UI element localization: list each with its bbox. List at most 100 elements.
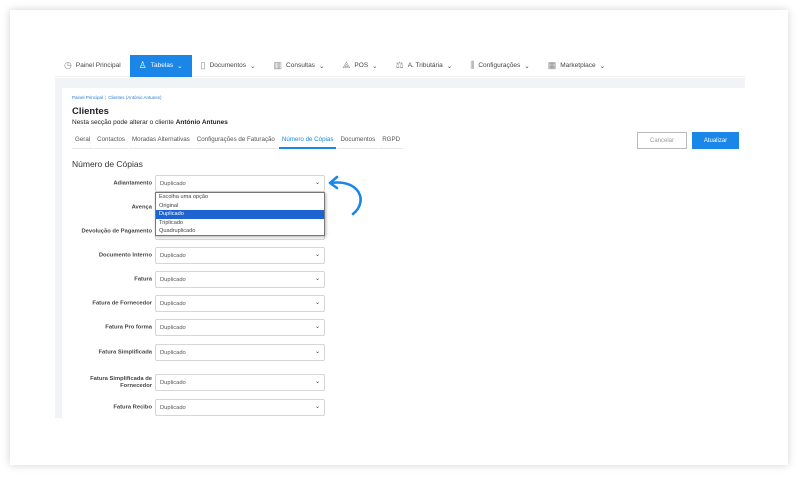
document-icon: ▯ (200, 60, 206, 70)
chevron-down-icon: ⌄ (314, 252, 320, 258)
client-name: António Antunes (175, 119, 228, 126)
select-value: Duplicado (160, 325, 186, 331)
tab-contactos[interactable]: Contactos (94, 134, 128, 149)
copies-select[interactable]: Duplicado ⌄ (155, 399, 325, 416)
nav-label: A. Tributária (407, 62, 443, 69)
nav-item-configura-es[interactable]: ⫼ Configurações ⌄ (461, 55, 539, 77)
chevron-down-icon: ⌄ (314, 404, 320, 410)
users-icon: ♙ (138, 60, 147, 70)
select-value: Duplicado (160, 350, 186, 356)
copies-select[interactable]: Duplicado ⌄ (155, 271, 325, 288)
field-label: Fatura Recibo (113, 404, 152, 410)
form-row: Documento Interno Duplicado ⌄ (62, 247, 332, 264)
dropdown-option[interactable]: Original (156, 202, 324, 211)
section-title: Número de Cópias (72, 159, 143, 169)
chevron-down-icon: ⌄ (314, 324, 320, 330)
cancel-button[interactable]: Cancelar (637, 132, 687, 149)
copies-select[interactable]: Duplicado ⌄ (155, 295, 325, 312)
form-row: Fatura Simplificada Duplicado ⌄ (62, 344, 332, 361)
nav-label: Painel Principal (75, 62, 121, 69)
breadcrumb-home[interactable]: Painel Principal (72, 95, 103, 100)
chart-icon: ▥ (273, 60, 283, 70)
field-label: Documento Interno (98, 252, 152, 258)
subtitle-text: Nesta secção pode alterar o cliente (72, 119, 176, 126)
chevron-down-icon: ⌄ (446, 62, 453, 70)
select-value: Duplicado (160, 380, 186, 386)
nav-label: Tabelas (150, 62, 174, 69)
chevron-down-icon: ⌄ (314, 180, 320, 186)
chevron-down-icon: ⌄ (314, 379, 320, 385)
tab-configura-es-de-fatura-o[interactable]: Configurações de Faturação (193, 134, 278, 149)
tab-rgpd[interactable]: RGPD (379, 134, 404, 149)
nav-item-painel-principal[interactable]: ◷ Painel Principal (55, 55, 130, 77)
form-row: Fatura Simplificada de Fornecedor Duplica… (62, 374, 332, 391)
copies-select[interactable]: Duplicado ⌄ (155, 344, 325, 361)
field-label: Fatura Simplificada (98, 349, 152, 355)
copies-select[interactable]: Duplicado ⌄ (155, 175, 325, 192)
curved-arrow-annotation (328, 175, 362, 216)
tab-geral[interactable]: Geral (72, 134, 94, 149)
nav-label: Configurações (478, 62, 521, 69)
apps-icon: ▦ (547, 60, 557, 70)
pos-icon: ⟁ (342, 60, 351, 70)
select-value: Duplicado (160, 277, 186, 283)
nav-label: Documentos (209, 62, 247, 69)
select-value: Duplicado (160, 181, 186, 187)
breadcrumb-current[interactable]: Clientes (António Antunes) (108, 95, 161, 100)
field-label: Avença (131, 204, 152, 210)
nav-label: Marketplace (560, 62, 596, 69)
chevron-down-icon: ⌄ (177, 62, 183, 70)
select-value: Duplicado (160, 253, 186, 259)
form-row: Fatura Pro forma Duplicado ⌄ (62, 319, 332, 336)
nav-item-tabelas[interactable]: ♙ Tabelas ⌄ (129, 54, 192, 77)
field-label: Adiantamento (113, 180, 152, 186)
copies-select[interactable]: Duplicado ⌄ (155, 374, 325, 391)
update-button[interactable]: Atualizar (692, 132, 739, 149)
nav-item-consultas[interactable]: ▥ Consultas ⌄ (265, 55, 334, 77)
nav-item-marketplace[interactable]: ▦ Marketplace ⌄ (539, 55, 614, 77)
chevron-down-icon: ⌄ (599, 62, 606, 70)
dropdown-option[interactable]: Quadruplicado (156, 227, 324, 236)
chevron-down-icon: ⌄ (318, 62, 325, 70)
tab-bar: Geral Contactos Moradas Alternativas Config… (72, 134, 404, 149)
tax-icon: ⚖ (395, 60, 404, 70)
chevron-down-icon: ⌄ (372, 62, 378, 70)
page-subtitle: Nesta secção pode alterar o cliente Antó… (72, 119, 228, 126)
nav-label: POS (354, 62, 369, 69)
chevron-down-icon: ⌄ (524, 62, 530, 70)
chevron-down-icon: ⌄ (314, 276, 320, 282)
page-title: Clientes (72, 106, 109, 117)
form-row: Fatura de Fornecedor Duplicado ⌄ (62, 295, 332, 312)
form-row: Adiantamento Duplicado ⌄ (62, 175, 332, 192)
copies-dropdown-list[interactable]: Escolha uma opção Original Duplicado Tripli… (155, 192, 325, 236)
clock-icon: ◷ (64, 60, 72, 70)
select-value: Duplicado (160, 301, 186, 307)
dropdown-option[interactable]: Triplicado (156, 219, 324, 228)
field-label: Fatura Simplificada de Fornecedor (90, 375, 152, 389)
dropdown-option[interactable]: Duplicado (156, 210, 324, 219)
copies-select[interactable]: Duplicado ⌄ (155, 247, 325, 264)
chevron-down-icon: ⌄ (314, 300, 320, 306)
nav-item-pos[interactable]: ⟁ POS ⌄ (333, 55, 386, 77)
sliders-icon: ⫼ (470, 60, 475, 70)
dropdown-option[interactable]: Escolha uma opção (156, 193, 324, 202)
field-label: Fatura (134, 276, 152, 282)
copies-select[interactable]: Duplicado ⌄ (155, 319, 325, 336)
form-row: Fatura Recibo Duplicado ⌄ (62, 399, 332, 416)
form-row: Fatura Duplicado ⌄ (62, 271, 332, 288)
breadcrumb: Painel Principal | Clientes (António Antun… (72, 95, 162, 100)
tab-n-mero-de-c-pias[interactable]: Número de Cópias (278, 134, 337, 149)
field-label: Fatura Pro forma (105, 324, 152, 330)
chevron-down-icon: ⌄ (314, 349, 320, 355)
select-value: Duplicado (160, 405, 186, 411)
nav-label: Consultas (286, 62, 315, 69)
nav-item-documentos[interactable]: ▯ Documentos ⌄ (192, 55, 265, 77)
tab-documentos[interactable]: Documentos (337, 134, 379, 149)
field-label: Fatura de Fornecedor (92, 300, 152, 306)
tab-moradas-alternativas[interactable]: Moradas Alternativas (129, 134, 193, 149)
nav-item-a-tribut-ria[interactable]: ⚖ A. Tributária ⌄ (387, 55, 462, 77)
field-label: Devolução de Pagamento (81, 228, 152, 234)
client-panel: Painel Principal | Clientes (António Antun… (62, 88, 745, 418)
breadcrumb-separator: | (105, 95, 107, 100)
chevron-down-icon: ⌄ (250, 62, 256, 70)
